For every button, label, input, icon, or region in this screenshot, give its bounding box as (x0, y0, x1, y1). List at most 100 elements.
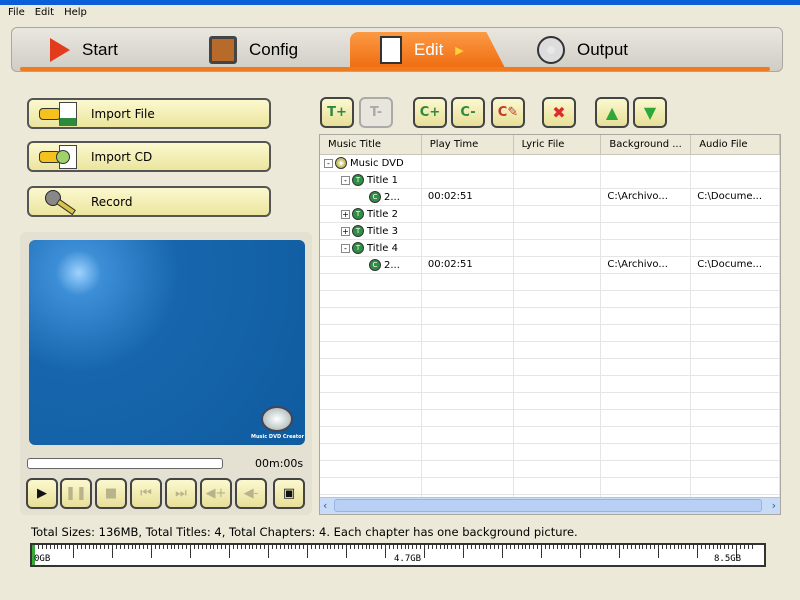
col-lyric-file[interactable]: Lyric File (514, 135, 602, 154)
scroll-thumb[interactable] (334, 499, 762, 512)
cell-audio (691, 223, 780, 239)
ruler-tick (478, 545, 480, 549)
stop-button[interactable]: ■ (95, 478, 127, 509)
import-file-button[interactable]: Import File (27, 98, 271, 129)
record-button[interactable]: Record (27, 186, 271, 217)
table-row[interactable]: - T Title 1 (320, 172, 780, 189)
col-background[interactable]: Background ... (601, 135, 692, 154)
menu-help[interactable]: Help (64, 7, 87, 22)
table-row[interactable]: - T Title 4 (320, 240, 780, 257)
ruler-tick (587, 545, 589, 549)
collapse-icon[interactable]: - (324, 158, 333, 168)
expand-icon[interactable]: + (341, 226, 350, 236)
tab-edit[interactable]: Edit ▶ (350, 32, 505, 68)
delete-all-button[interactable]: ✖ (542, 97, 576, 128)
table-row[interactable] (320, 325, 781, 342)
expand-icon[interactable]: + (341, 209, 350, 219)
table-row[interactable] (320, 342, 781, 359)
table-row[interactable] (320, 410, 781, 427)
collapse-icon[interactable]: - (341, 175, 350, 185)
add-title-button[interactable]: T+ (320, 97, 354, 128)
ruler-tick (45, 545, 47, 549)
ruler-tick (135, 545, 137, 549)
cell-title (320, 427, 422, 443)
col-audio-file[interactable]: Audio File (691, 135, 781, 154)
ruler-tick (732, 545, 734, 549)
add-chapter-button[interactable]: C+ (413, 97, 447, 128)
menu-edit[interactable]: Edit (35, 7, 54, 22)
table-row[interactable] (320, 291, 781, 308)
collapse-icon[interactable]: - (341, 243, 350, 253)
scroll-right-icon[interactable]: › (772, 499, 776, 512)
ruler-tick (420, 545, 422, 549)
edit-chapter-button[interactable]: C✎ (491, 97, 525, 128)
next-button[interactable]: ⏭ (165, 478, 197, 509)
previous-icon: ⏮ (140, 486, 152, 501)
table-row[interactable] (320, 393, 781, 410)
music-table: Music Title Play Time Lyric File Backgro… (319, 134, 781, 515)
ruler-tick (603, 545, 605, 549)
cell-bg (601, 155, 692, 171)
table-row[interactable]: C 2... 00:02:51 C:\Archivo... C:\Docume... (320, 257, 780, 274)
table-row[interactable] (320, 359, 781, 376)
tab-output[interactable]: Output (537, 32, 628, 68)
table-row[interactable] (320, 444, 781, 461)
pause-button[interactable]: ❚❚ (60, 478, 92, 509)
ruler-tick (174, 545, 176, 549)
ruler-tick (57, 545, 59, 549)
volume-down-button[interactable]: ◀- (235, 478, 267, 509)
ruler-tick (658, 545, 659, 558)
scroll-left-icon[interactable]: ‹ (323, 499, 327, 512)
menu-file[interactable]: File (8, 7, 25, 22)
cell-lyric (514, 478, 602, 494)
table-row[interactable]: C 2... 00:02:51 C:\Archivo... C:\Docume... (320, 189, 780, 206)
ruler-tick (96, 545, 98, 549)
next-icon: ⏭ (175, 486, 187, 501)
table-row[interactable]: + T Title 2 (320, 206, 780, 223)
video-preview: Music DVD Creator (29, 240, 305, 445)
col-music-title[interactable]: Music Title (320, 135, 422, 154)
tab-start[interactable]: Start (50, 32, 118, 68)
import-cd-button[interactable]: Import CD (27, 141, 271, 172)
horizontal-scrollbar[interactable]: ‹ › (320, 497, 780, 514)
cell-time (422, 359, 514, 375)
tab-config[interactable]: Config (209, 32, 298, 68)
cell-title: C 2... (320, 189, 422, 205)
ruler-tick (112, 545, 113, 558)
remove-title-button[interactable]: T- (359, 97, 393, 128)
col-play-time[interactable]: Play Time (422, 135, 514, 154)
table-row[interactable]: - ◉ Music DVD (320, 155, 780, 172)
table-row[interactable] (320, 376, 781, 393)
title-icon: T (352, 225, 364, 237)
ruler-tick (240, 545, 242, 549)
play-button[interactable]: ▶ (26, 478, 58, 509)
ruler-tick (158, 545, 160, 549)
move-up-button[interactable]: ▲ (595, 97, 629, 128)
table-row[interactable] (320, 427, 781, 444)
playback-progress-bar[interactable] (27, 458, 223, 469)
edit-pencil-icon (380, 36, 402, 64)
cell-lyric (514, 325, 602, 341)
cell-audio: C:\Docume... (691, 189, 780, 205)
ruler-tick (303, 545, 305, 549)
table-row[interactable] (320, 461, 781, 478)
step-tabs: Start Config Edit ▶ Output (11, 27, 783, 72)
move-down-button[interactable]: ▼ (633, 97, 667, 128)
row-title: Title 2 (367, 209, 398, 220)
ruler-tick (533, 545, 535, 549)
table-row[interactable] (320, 308, 781, 325)
ruler-tick (353, 545, 355, 549)
previous-button[interactable]: ⏮ (130, 478, 162, 509)
cell-lyric (514, 359, 602, 375)
table-row[interactable] (320, 274, 781, 291)
ruler-tick (166, 545, 168, 549)
table-row[interactable] (320, 478, 781, 495)
cell-title: C 2... (320, 257, 422, 273)
remove-chapter-button[interactable]: C- (451, 97, 485, 128)
volume-up-button[interactable]: ◀+ (200, 478, 232, 509)
fullscreen-button[interactable]: ▣ (273, 478, 305, 509)
cell-title (320, 308, 422, 324)
play-triangle-icon (50, 38, 70, 62)
table-row[interactable]: + T Title 3 (320, 223, 780, 240)
ruler-tick (747, 545, 749, 549)
